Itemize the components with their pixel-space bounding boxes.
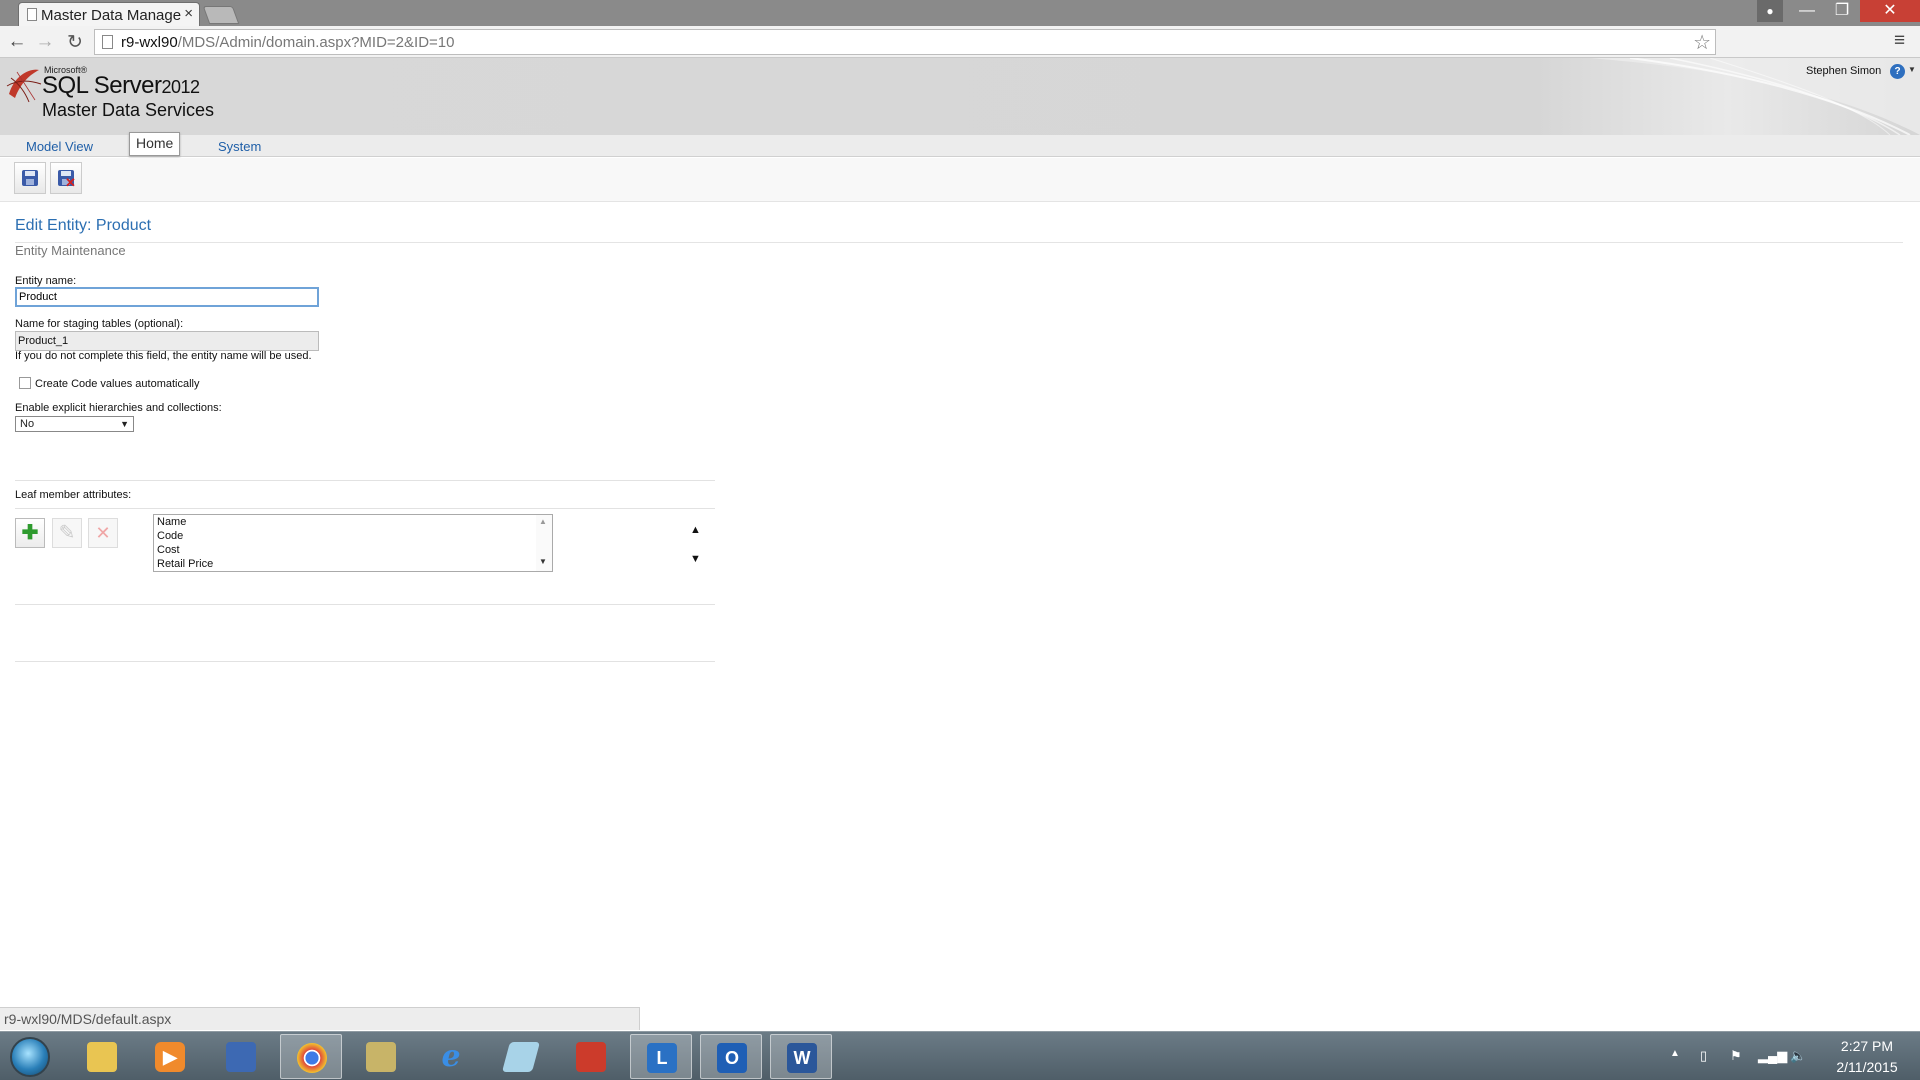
bookmark-star-icon[interactable]: ☆: [1693, 30, 1711, 55]
signal-icon[interactable]: ▂▄▆: [1758, 1048, 1787, 1064]
minimize-button[interactable]: —: [1790, 0, 1824, 22]
media-player-icon[interactable]: ▶: [139, 1034, 201, 1079]
chevron-down-icon[interactable]: ▼: [1908, 65, 1916, 74]
save-icon: [22, 170, 38, 186]
list-item[interactable]: Name: [157, 516, 186, 528]
remote-desktop-icon[interactable]: [210, 1034, 272, 1079]
forward-arrow-icon[interactable]: →: [34, 31, 56, 53]
user-name: Stephen Simon: [1806, 65, 1882, 77]
staging-name-input[interactable]: [15, 331, 319, 351]
flag-icon[interactable]: ⚑: [1730, 1048, 1742, 1064]
word-icon[interactable]: W: [770, 1034, 832, 1079]
hierarchies-select-value: No: [20, 418, 35, 430]
section-divider: [15, 604, 715, 605]
move-down-icon[interactable]: ▼: [690, 553, 701, 565]
delete-attribute-button[interactable]: ✕: [88, 518, 118, 548]
start-button[interactable]: [10, 1037, 50, 1077]
brand-product: SQL Server2012: [42, 72, 200, 100]
app-header: Microsoft® SQL Server2012 Master Data Se…: [0, 58, 1920, 135]
staging-hint: If you do not complete this field, the e…: [15, 350, 312, 362]
browser-tab[interactable]: Master Data Manage ×: [18, 2, 200, 26]
url-path: /MDS/Admin/domain.aspx?MID=2&ID=10: [177, 34, 455, 51]
function-nav: Model View Home System: [0, 132, 1920, 157]
create-code-label: Create Code values automatically: [35, 378, 200, 390]
nav-home[interactable]: Home: [129, 132, 181, 156]
staging-label: Name for staging tables (optional):: [15, 318, 184, 330]
sql-server-logo-icon: [6, 69, 42, 103]
red-x-icon: ✕: [65, 175, 76, 190]
section-divider: [15, 480, 715, 481]
reload-icon[interactable]: ↻: [64, 31, 86, 54]
chevron-down-icon: ▼: [120, 419, 129, 429]
list-item[interactable]: Cost: [157, 544, 180, 556]
clock-time[interactable]: 2:27 PM: [1836, 1038, 1898, 1054]
action-toolbar: ✕: [0, 158, 1920, 202]
save-button[interactable]: [14, 162, 46, 194]
brand-subtitle: Master Data Services: [42, 100, 215, 120]
nav-model-view[interactable]: Model View: [26, 139, 93, 154]
nav-system[interactable]: System: [218, 139, 261, 154]
outlook-icon[interactable]: O: [700, 1034, 762, 1079]
listbox-scrollbar[interactable]: ▲ ▼: [536, 515, 552, 571]
file-explorer-icon[interactable]: [71, 1034, 133, 1079]
new-tab-button[interactable]: [202, 6, 240, 24]
browser-toolbar: ← → ↻ r9-wxl90/MDS/Admin/domain.aspx?MID…: [0, 26, 1920, 58]
page-subtitle: Entity Maintenance: [15, 243, 126, 258]
title-divider: [15, 242, 1903, 243]
section-divider: [15, 508, 715, 509]
scroll-down-icon[interactable]: ▼: [539, 557, 547, 566]
entity-name-input[interactable]: [15, 287, 319, 307]
brand-product-name: SQL Server: [42, 72, 162, 99]
move-up-icon[interactable]: ▲: [690, 524, 701, 536]
notepad-icon[interactable]: [490, 1034, 552, 1079]
add-attribute-button[interactable]: ✚: [15, 518, 45, 548]
list-item[interactable]: Code: [157, 530, 183, 542]
edit-attribute-button[interactable]: ✎: [52, 518, 82, 548]
page-icon: [102, 35, 113, 49]
address-bar[interactable]: r9-wxl90/MDS/Admin/domain.aspx?MID=2&ID=…: [94, 29, 1716, 55]
status-bar: r9-wxl90/MDS/default.aspx: [0, 1007, 640, 1030]
tray-expand-icon[interactable]: ▲: [1670, 1048, 1680, 1059]
hierarchies-select[interactable]: No ▼: [15, 416, 134, 432]
attribute-listbox[interactable]: Name Code Cost Retail Price ▲ ▼: [153, 514, 553, 572]
chrome-icon[interactable]: [280, 1034, 342, 1079]
device-icon[interactable]: ▯: [1700, 1048, 1707, 1064]
taskbar: ▶ e L O W ▲ ▯ ⚑ ▂▄▆ 🔈 2:27 PM 2/11/2015: [0, 1031, 1920, 1080]
url-host: r9-wxl90: [121, 34, 178, 51]
volume-icon[interactable]: 🔈: [1790, 1048, 1806, 1064]
toolbox-icon[interactable]: [560, 1034, 622, 1079]
list-item[interactable]: Retail Price: [157, 558, 213, 570]
section-divider: [15, 661, 715, 662]
sql-tool-icon[interactable]: [350, 1034, 412, 1079]
tab-close-icon[interactable]: ×: [184, 5, 193, 22]
menu-icon[interactable]: ≡: [1894, 30, 1905, 52]
help-icon[interactable]: ?: [1890, 64, 1905, 79]
hierarchies-label: Enable explicit hierarchies and collecti…: [15, 402, 222, 414]
attributes-label: Leaf member attributes:: [15, 489, 132, 501]
maximize-button[interactable]: ❐: [1825, 0, 1859, 22]
brand-year: 2012: [161, 77, 201, 97]
back-arrow-icon[interactable]: ←: [6, 31, 28, 53]
internet-explorer-icon[interactable]: e: [420, 1034, 482, 1079]
tab-title: Master Data Manage: [41, 7, 181, 24]
page-title: Edit Entity: Product: [15, 217, 152, 234]
cancel-button[interactable]: ✕: [50, 162, 82, 194]
clock-date[interactable]: 2/11/2015: [1826, 1059, 1908, 1075]
close-button[interactable]: ✕: [1860, 0, 1920, 22]
page-icon: [27, 8, 37, 21]
scroll-up-icon[interactable]: ▲: [539, 517, 547, 526]
profile-icon[interactable]: ●: [1757, 0, 1783, 22]
entity-name-label: Entity name:: [15, 275, 77, 287]
create-code-checkbox[interactable]: [19, 377, 31, 389]
browser-titlebar: Master Data Manage × ● — ❐ ✕: [0, 0, 1920, 26]
lync-icon[interactable]: L: [630, 1034, 692, 1079]
